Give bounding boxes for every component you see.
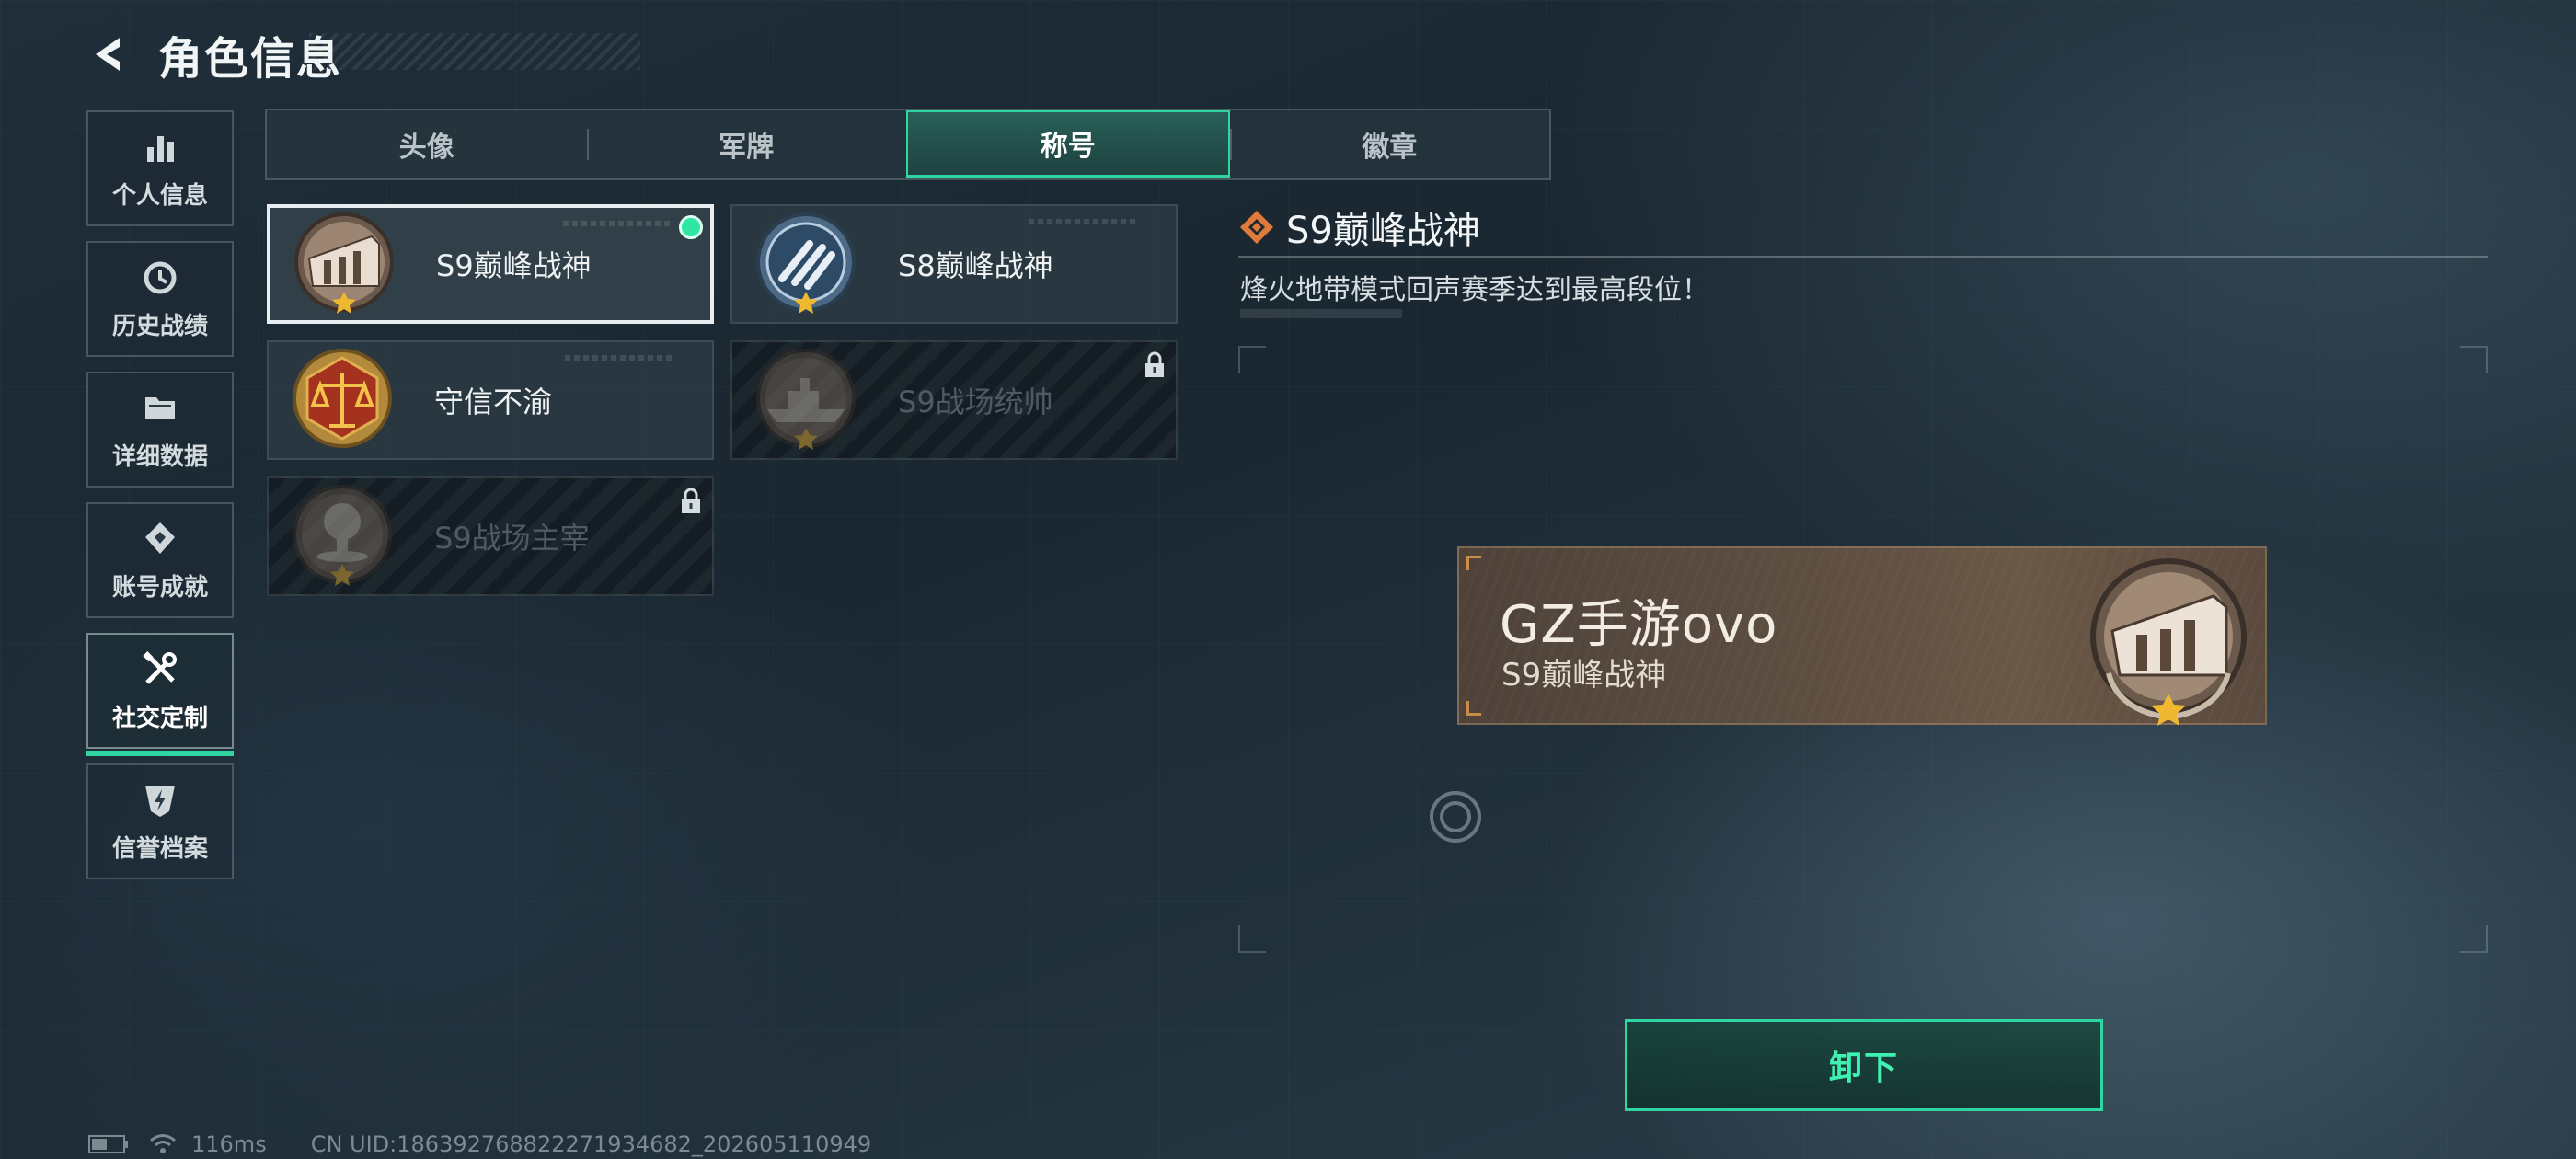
- tools-icon: [143, 650, 177, 684]
- title-card-s9-dominator[interactable]: S9战场主宰: [267, 476, 714, 596]
- sidebar-item-label: 历史战绩: [111, 312, 208, 340]
- tab-avatar[interactable]: 头像: [267, 110, 587, 178]
- card-decoration: [565, 355, 675, 361]
- sidebar-item-label: 详细数据: [111, 442, 208, 471]
- card-decoration: [563, 221, 673, 226]
- bar-chart-icon: [147, 135, 174, 162]
- page-header: 角色信息: [88, 22, 640, 86]
- battery-icon: [88, 1135, 128, 1153]
- shield-icon: [145, 785, 175, 817]
- lock-icon: [682, 488, 700, 513]
- sidebar-item-label: 个人信息: [111, 181, 208, 210]
- sidebar-item-personal-info[interactable]: 个人信息: [86, 110, 234, 226]
- sidebar-item-label: 信誉档案: [111, 834, 208, 863]
- sidebar: 个人信息 历史战绩 详细数据 账号成就 社交定制 信誉档案: [86, 110, 234, 894]
- sidebar-item-history[interactable]: 历史战绩: [86, 241, 234, 357]
- ping-value: 116ms: [191, 1131, 267, 1157]
- achievement-icon: [145, 522, 175, 554]
- title-name: S9战场统帅: [898, 384, 1053, 419]
- player-title: S9巅峰战神: [1501, 657, 1667, 694]
- unequip-button[interactable]: 卸下: [1625, 1019, 2103, 1111]
- nameplate-preview: GZ手游ovo S9巅峰战神: [1457, 546, 2267, 726]
- sidebar-item-achievements[interactable]: 账号成就: [86, 502, 234, 618]
- card-decoration: [1029, 219, 1139, 224]
- title-card-s8-peak[interactable]: S8巅峰战神: [730, 204, 1178, 324]
- detail-description: 烽火地带模式回声赛季达到最高段位！: [1240, 274, 1709, 306]
- title-name: 守信不渝: [434, 384, 553, 419]
- user-uid: CN UID:186392768822271934682_20260511094…: [310, 1131, 872, 1157]
- wifi-icon: [150, 1134, 176, 1153]
- history-icon: [144, 261, 177, 293]
- category-tabs: 头像 军牌 称号 徽章: [265, 109, 1551, 180]
- tab-dog-tag[interactable]: 军牌: [586, 110, 907, 178]
- status-bar: 116ms CN UID:186392768822271934682_20260…: [88, 1131, 871, 1157]
- title-card-s9-peak[interactable]: S9巅峰战神: [267, 204, 714, 324]
- divider: [1238, 256, 2488, 258]
- page-title: 角色信息: [158, 33, 343, 85]
- warship-medal-icon: [756, 349, 856, 450]
- title-card-s9-commander[interactable]: S9战场统帅: [730, 340, 1178, 460]
- dam-medal-icon: [2090, 558, 2247, 726]
- tab-badge[interactable]: 徽章: [1229, 110, 1550, 178]
- lock-icon: [1145, 351, 1164, 377]
- title-name: S9战场主宰: [434, 521, 590, 556]
- folder-icon: [145, 396, 175, 419]
- detail-header: S9巅峰战神: [1238, 201, 1480, 254]
- dam-medal-icon: [294, 212, 394, 314]
- sidebar-item-label: 社交定制: [111, 704, 208, 732]
- detail-decoration: [1240, 309, 1402, 318]
- unequip-button-label: 卸下: [1828, 1050, 1899, 1087]
- player-name: GZ手游ovo: [1500, 595, 1778, 655]
- sidebar-item-credit[interactable]: 信誉档案: [86, 763, 234, 879]
- sidebar-item-label: 账号成就: [111, 573, 208, 602]
- header-decoration: [309, 33, 640, 70]
- back-arrow-icon[interactable]: [88, 32, 132, 76]
- scales-medal-icon: [293, 349, 392, 448]
- title-diamond-icon: [1240, 211, 1273, 244]
- title-name: S9巅峰战神: [436, 248, 592, 283]
- sidebar-item-social-custom[interactable]: 社交定制: [86, 633, 234, 756]
- detail-title: S9巅峰战神: [1286, 210, 1480, 252]
- tab-title[interactable]: 称号: [906, 110, 1230, 178]
- target-icon: [1430, 791, 1481, 843]
- title-card-faithful[interactable]: 守信不渝: [267, 340, 714, 460]
- blue-emblem-icon: [756, 212, 856, 314]
- explosion-medal-icon: [293, 485, 392, 586]
- equipped-indicator: [679, 215, 703, 239]
- sidebar-item-details[interactable]: 详细数据: [86, 372, 234, 488]
- title-name: S8巅峰战神: [898, 248, 1053, 283]
